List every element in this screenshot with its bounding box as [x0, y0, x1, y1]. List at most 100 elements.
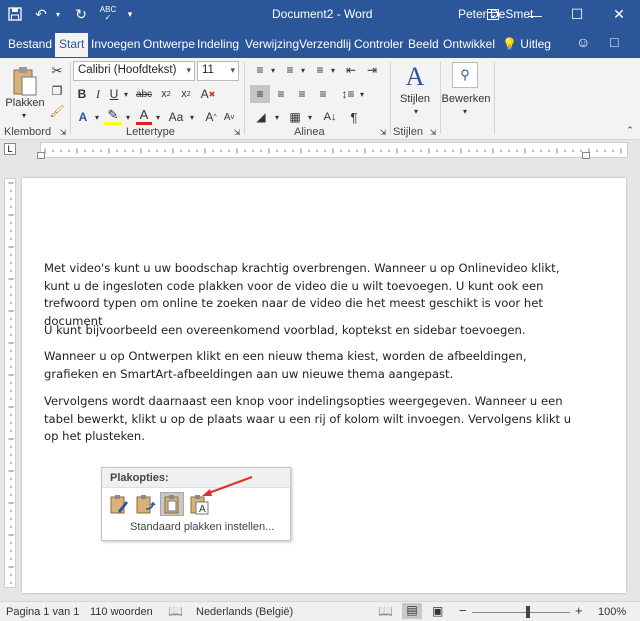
undo-icon[interactable]: ↶: [30, 4, 52, 24]
underline-dropdown-icon[interactable]: ▾: [121, 85, 131, 103]
show-formatting-marks-icon[interactable]: ¶: [344, 108, 364, 126]
word-count[interactable]: 110 woorden: [90, 606, 153, 618]
highlight-dropdown-icon[interactable]: ▾: [123, 108, 133, 126]
set-default-paste-link[interactable]: Standaard plakken instellen...: [130, 521, 274, 533]
editing-button[interactable]: Bewerken: [442, 92, 491, 106]
multilevel-list-dropdown-icon[interactable]: ▾: [328, 61, 338, 79]
font-color-dropdown-icon[interactable]: ▾: [153, 108, 163, 126]
document-paragraph[interactable]: Wanneer u op Ontwerpen klikt en een nieu…: [44, 348, 584, 383]
highlight-icon[interactable]: ✎: [104, 107, 122, 125]
tab-start[interactable]: Start: [55, 33, 89, 57]
save-icon[interactable]: [4, 4, 26, 24]
styles-dropdown-icon[interactable]: ▾: [410, 106, 422, 116]
zoom-slider-handle[interactable]: [526, 606, 530, 618]
bullets-icon[interactable]: ≡: [250, 61, 270, 79]
tab-controleren[interactable]: Controler: [350, 33, 407, 57]
numbering-icon[interactable]: ≡: [280, 61, 300, 79]
spelling-icon[interactable]: ABC ✓: [96, 4, 120, 24]
document-paragraph[interactable]: Vervolgens wordt daarnaast een knop voor…: [44, 393, 584, 446]
clear-formatting-icon[interactable]: A ✖: [199, 85, 217, 103]
tab-bestand[interactable]: Bestand: [4, 33, 56, 57]
bold-icon[interactable]: B: [74, 85, 90, 103]
tab-invoegen[interactable]: Invoegen: [87, 33, 144, 57]
horizontal-ruler[interactable]: L: [0, 140, 640, 160]
increase-indent-icon[interactable]: ⇥: [362, 61, 382, 79]
line-spacing-icon[interactable]: ↕≡: [338, 85, 358, 103]
font-size-select[interactable]: 11 ▾: [197, 61, 239, 81]
tab-selector-icon[interactable]: L: [4, 143, 16, 155]
tab-ontwerpen[interactable]: Ontwerpe: [139, 33, 199, 57]
font-color-icon[interactable]: A: [136, 107, 152, 125]
paste-button[interactable]: Plakken: [4, 96, 46, 110]
zoom-in-icon[interactable]: +: [575, 603, 583, 618]
superscript-icon[interactable]: x2: [177, 85, 195, 103]
keep-text-only-icon[interactable]: [160, 492, 184, 516]
tab-verwijzingen[interactable]: Verwijzing: [241, 33, 303, 57]
share-user-icon[interactable]: ☺: [576, 34, 590, 50]
align-center-icon[interactable]: ≡: [271, 85, 291, 103]
customize-toolbar-icon[interactable]: ▾: [122, 4, 138, 24]
numbering-dropdown-icon[interactable]: ▾: [298, 61, 308, 79]
minimize-icon[interactable]: —: [514, 0, 556, 29]
undo-dropdown-icon[interactable]: ▾: [52, 4, 64, 24]
tab-indeling[interactable]: Indeling: [193, 33, 243, 57]
align-right-icon[interactable]: ≡: [292, 85, 312, 103]
web-layout-icon[interactable]: ▣: [432, 604, 443, 618]
zoom-slider[interactable]: [472, 612, 570, 613]
redo-icon[interactable]: ↻: [70, 4, 92, 24]
strikethrough-icon[interactable]: abc: [133, 85, 155, 103]
page-count[interactable]: Pagina 1 van 1: [6, 606, 79, 618]
grow-font-icon[interactable]: A ^: [202, 108, 220, 126]
indent-marker-icon[interactable]: [37, 152, 45, 159]
keep-source-formatting-icon[interactable]: [108, 493, 130, 515]
borders-icon[interactable]: ▦: [285, 108, 305, 126]
decrease-indent-icon[interactable]: ⇤: [341, 61, 361, 79]
text-effects-icon[interactable]: A: [74, 108, 92, 126]
tab-beeld[interactable]: Beeld: [404, 33, 443, 57]
paragraph-launcher-icon[interactable]: ⇲: [378, 126, 388, 138]
document-paragraph[interactable]: Met video's kunt u uw boodschap krachtig…: [44, 260, 584, 330]
zoom-level[interactable]: 100%: [598, 606, 626, 618]
sort-icon[interactable]: A↓: [320, 108, 340, 126]
change-case-dropdown-icon[interactable]: ▾: [187, 108, 197, 126]
line-spacing-dropdown-icon[interactable]: ▾: [357, 85, 367, 103]
change-case-icon[interactable]: Aa: [165, 108, 187, 126]
styles-button[interactable]: Stijlen: [394, 92, 436, 106]
right-indent-marker-icon[interactable]: [582, 152, 590, 159]
shading-icon[interactable]: ◢: [250, 108, 272, 126]
styles-launcher-icon[interactable]: ⇲: [428, 126, 438, 138]
proofing-icon[interactable]: 📖: [168, 604, 183, 618]
justify-icon[interactable]: ≡: [313, 85, 333, 103]
tab-uitleg[interactable]: 💡 Uitleg: [498, 33, 555, 57]
comments-icon[interactable]: □: [610, 34, 618, 50]
clipboard-launcher-icon[interactable]: ⇲: [58, 126, 68, 138]
align-left-icon[interactable]: ≡: [250, 85, 270, 103]
close-icon[interactable]: ✕: [598, 0, 640, 29]
tab-ontwikkelaars[interactable]: Ontwikkel: [439, 33, 499, 57]
borders-dropdown-icon[interactable]: ▾: [305, 108, 315, 126]
tab-verzendlijsten[interactable]: Verzendlij: [295, 33, 355, 57]
shading-dropdown-icon[interactable]: ▾: [272, 108, 282, 126]
document-paragraph[interactable]: U kunt bijvoorbeeld een overeenkomend vo…: [44, 322, 584, 340]
italic-icon[interactable]: I: [90, 85, 106, 103]
vertical-ruler[interactable]: [0, 160, 20, 600]
language[interactable]: Nederlands (België): [196, 606, 293, 618]
search-icon[interactable]: ⚲: [452, 62, 478, 88]
format-painter-icon[interactable]: 🖌: [48, 102, 66, 120]
bullets-dropdown-icon[interactable]: ▾: [268, 61, 278, 79]
subscript-icon[interactable]: x2: [157, 85, 175, 103]
ribbon-display-options-icon[interactable]: [472, 0, 514, 29]
merge-formatting-icon[interactable]: [134, 493, 156, 515]
shrink-font-icon[interactable]: Av: [220, 108, 238, 126]
font-name-select[interactable]: Calibri (Hoofdtekst) ▾: [73, 61, 195, 81]
styles-icon[interactable]: A: [398, 62, 432, 92]
print-layout-icon[interactable]: ▤: [402, 603, 422, 619]
zoom-out-icon[interactable]: −: [459, 603, 467, 618]
read-mode-icon[interactable]: 📖: [378, 604, 393, 618]
editing-dropdown-icon[interactable]: ▾: [459, 106, 471, 116]
paste-dropdown-icon[interactable]: ▾: [18, 110, 30, 120]
copy-icon[interactable]: ❐: [48, 82, 66, 100]
underline-icon[interactable]: U: [106, 85, 122, 103]
multilevel-list-icon[interactable]: ≡: [310, 61, 330, 79]
font-launcher-icon[interactable]: ⇲: [232, 126, 242, 138]
